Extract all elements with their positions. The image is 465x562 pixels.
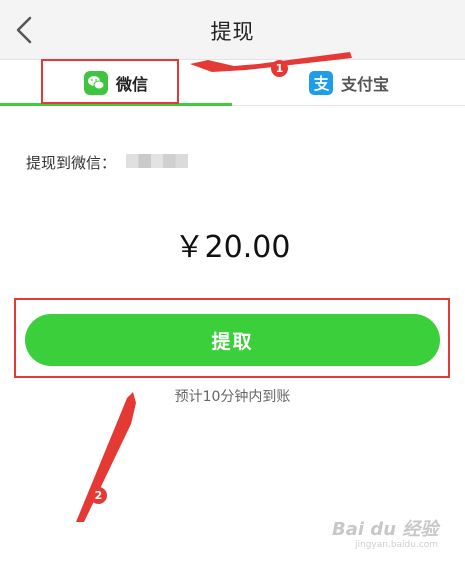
baidu-watermark-url: jingyan.baidu.com [355, 540, 439, 550]
annotation-arrows [76, 52, 352, 522]
annotation-number-2: 2 [90, 487, 107, 504]
baidu-watermark: Bai du 经验 [332, 519, 439, 540]
arrow-2-icon [76, 392, 136, 522]
annotation-number-1: 1 [271, 60, 288, 77]
